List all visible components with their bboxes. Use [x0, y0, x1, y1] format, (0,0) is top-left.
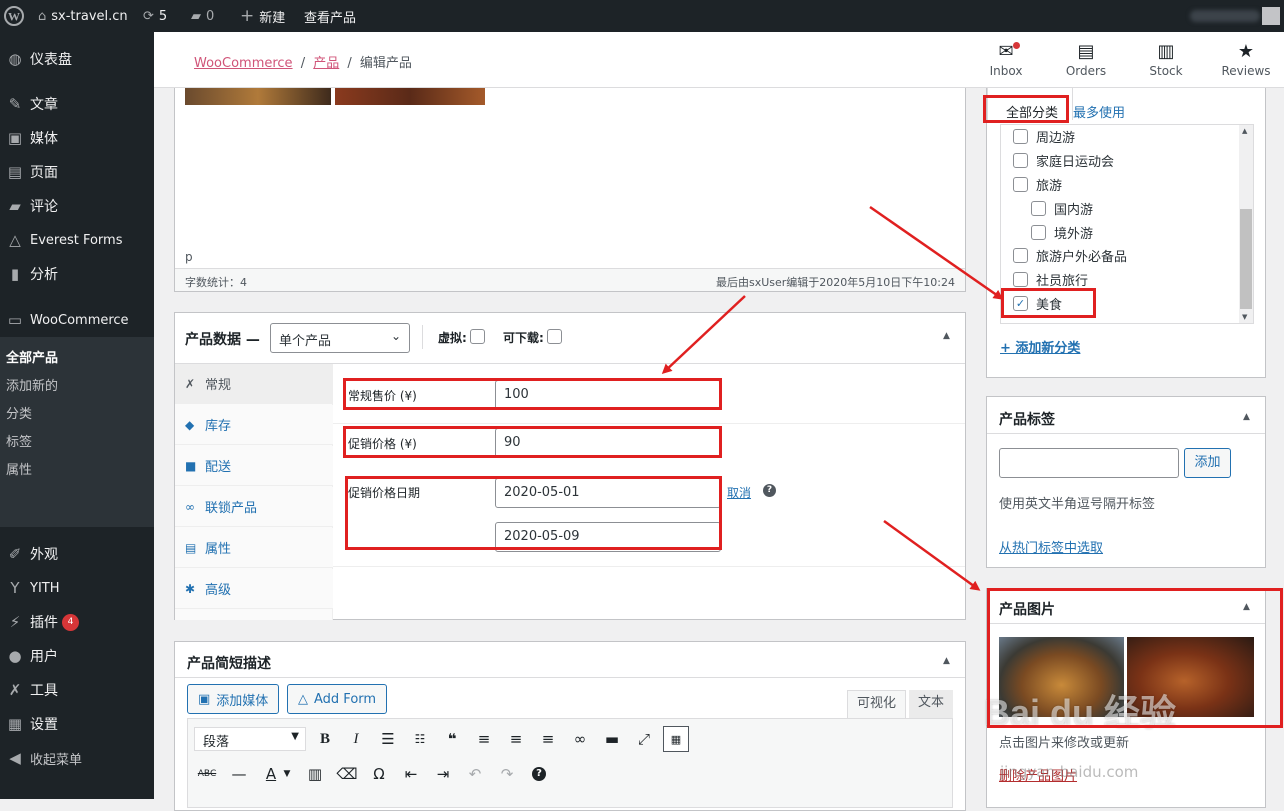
arrow-to-price	[661, 295, 746, 375]
arrow-to-gallery	[883, 519, 981, 591]
annotation-arrows	[661, 205, 1004, 591]
arrow-to-category	[869, 205, 1004, 300]
